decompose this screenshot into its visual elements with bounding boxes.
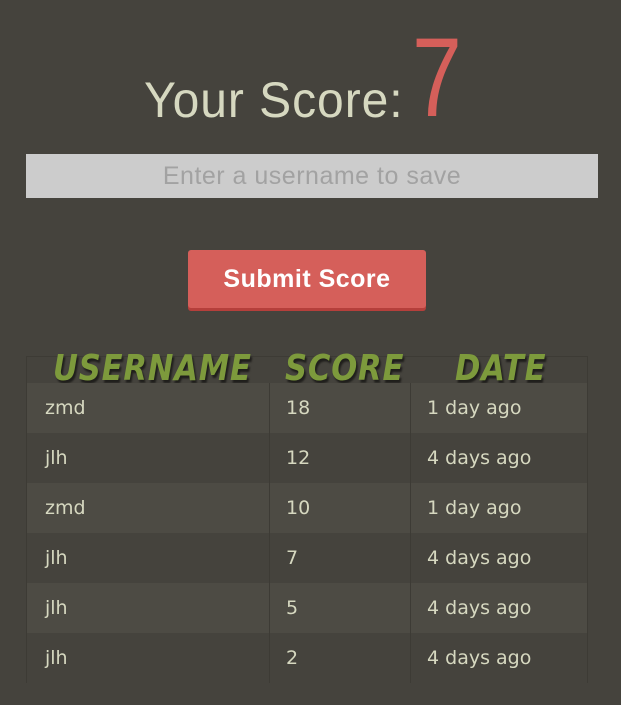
cell-username: jlh	[45, 547, 68, 569]
table-row: jlh 2 4 days ago	[27, 633, 587, 683]
cell-score: 18	[286, 397, 311, 419]
table-body: zmd 18 1 day ago jlh 12 4 days ago zmd 1…	[27, 383, 587, 683]
column-divider	[269, 383, 270, 683]
cell-date: 4 days ago	[427, 597, 532, 619]
table-row: zmd 18 1 day ago	[27, 383, 587, 433]
column-divider	[410, 383, 411, 683]
table-row: jlh 7 4 days ago	[27, 533, 587, 583]
cell-username: jlh	[45, 647, 68, 669]
score-page: Your Score: 7 Submit Score USERNAME SCOR…	[0, 0, 621, 705]
cell-score: 7	[286, 547, 299, 569]
cell-date: 4 days ago	[427, 647, 532, 669]
cell-date: 1 day ago	[427, 397, 522, 419]
cell-username: zmd	[45, 397, 86, 419]
table-row: jlh 5 4 days ago	[27, 583, 587, 633]
score-heading: Your Score: 7	[0, 20, 621, 138]
cell-username: jlh	[45, 597, 68, 619]
cell-username: jlh	[45, 447, 68, 469]
table-row: jlh 12 4 days ago	[27, 433, 587, 483]
cell-score: 12	[286, 447, 311, 469]
cell-score: 2	[286, 647, 299, 669]
cell-date: 4 days ago	[427, 547, 532, 569]
cell-date: 4 days ago	[427, 447, 532, 469]
cell-score: 5	[286, 597, 299, 619]
cell-date: 1 day ago	[427, 497, 522, 519]
cell-score: 10	[286, 497, 311, 519]
cell-username: zmd	[45, 497, 86, 519]
table-row: zmd 10 1 day ago	[27, 483, 587, 533]
score-value: 7	[412, 15, 462, 140]
scores-table: USERNAME SCORE DATE zmd 18 1 day ago jlh…	[26, 348, 588, 683]
username-input[interactable]	[26, 154, 598, 198]
score-label: Your Score:	[144, 72, 404, 128]
submit-score-button[interactable]: Submit Score	[188, 250, 426, 308]
table-header: USERNAME SCORE DATE	[27, 348, 587, 389]
